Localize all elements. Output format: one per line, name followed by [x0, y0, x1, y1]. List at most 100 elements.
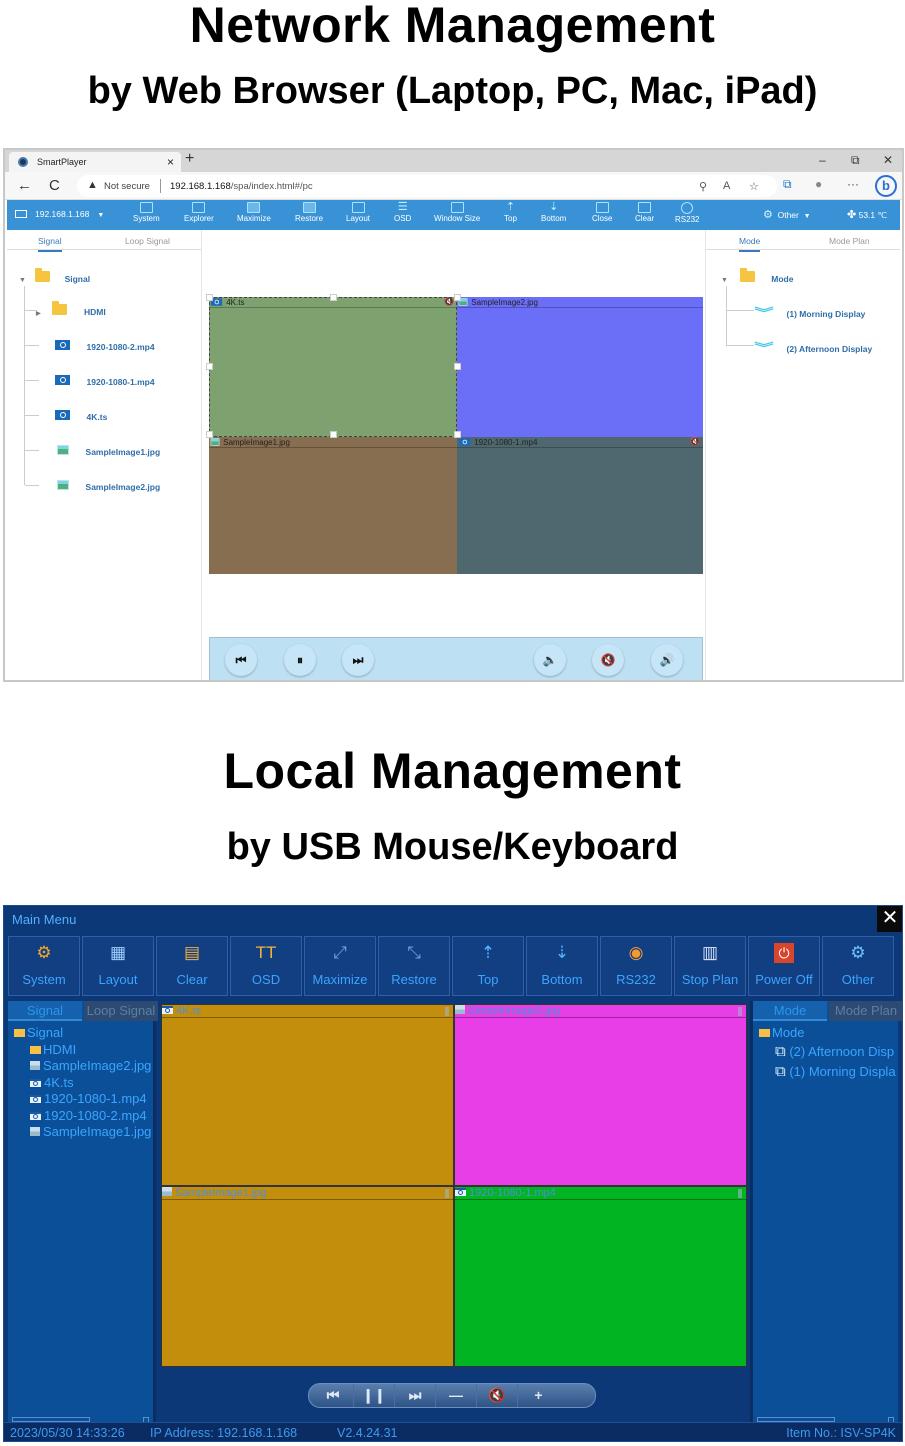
next-button[interactable]: ⏭: [395, 1384, 436, 1407]
next-button[interactable]: ⏭: [342, 644, 374, 676]
menu-clear-button[interactable]: ▤ Clear: [156, 936, 228, 996]
window-handle[interactable]: [445, 1189, 449, 1198]
back-icon[interactable]: ←: [17, 177, 32, 194]
tree-node-video[interactable]: 1920-1080-2.mp4: [55, 340, 155, 352]
close-button[interactable]: ✕: [877, 906, 902, 932]
tab-loop-signal[interactable]: Loop Signal: [84, 1001, 158, 1021]
tree-node-video[interactable]: 4K.ts: [14, 1075, 151, 1092]
menu-osd-button[interactable]: TT OSD: [230, 936, 302, 996]
resize-handle[interactable]: [454, 294, 461, 301]
tree-node-signal[interactable]: Signal: [14, 1025, 151, 1042]
toolbar-rs232-button[interactable]: RS232: [675, 202, 699, 224]
resize-handle[interactable]: [206, 294, 213, 301]
display-window[interactable]: 1920-1080-1.mp4: [454, 1186, 747, 1367]
window-handle[interactable]: [738, 1007, 742, 1016]
toolbar-bottom-button[interactable]: ⇣ Bottom: [541, 202, 566, 224]
mute-icon[interactable]: 🔇: [690, 437, 700, 446]
reload-icon[interactable]: C: [49, 177, 60, 194]
display-window[interactable]: SampleImage2.jpg: [454, 1004, 747, 1186]
url-text[interactable]: 192.168.1.168/spa/index.html#/pc: [170, 181, 313, 192]
window-title-bar[interactable]: 1920-1080-1.mp4: [455, 1187, 746, 1200]
window-title-bar[interactable]: 4K.ts: [162, 1005, 453, 1018]
read-aloud-icon[interactable]: A: [723, 180, 730, 192]
tree-node-hdmi[interactable]: HDMI: [14, 1042, 151, 1059]
security-label[interactable]: Not secure: [104, 181, 150, 192]
tab-mode-plan[interactable]: Mode Plan: [829, 1001, 902, 1021]
mode-item[interactable]: ⧉ (1) Morning Displa: [759, 1062, 901, 1082]
pause-button[interactable]: ⏸: [284, 644, 316, 676]
window-handle[interactable]: [738, 1189, 742, 1198]
display-window[interactable]: SampleImage1.jpg: [209, 437, 457, 574]
toolbar-maximize-button[interactable]: Maximize: [237, 202, 271, 223]
tree-node-image[interactable]: SampleImage2.jpg: [14, 1058, 151, 1075]
volume-up-button[interactable]: 🔊: [651, 644, 683, 676]
menu-maximize-button[interactable]: ⤢ Maximize: [304, 936, 376, 996]
display-window[interactable]: SampleImage1.jpg: [161, 1186, 454, 1367]
menu-layout-button[interactable]: ▦ Layout: [82, 936, 154, 996]
tree-node-image[interactable]: SampleImage1.jpg: [14, 1124, 151, 1141]
menu-system-button[interactable]: ⚙ System: [8, 936, 80, 996]
collections-icon[interactable]: ⧉: [783, 177, 792, 192]
mode-item[interactable]: ︾ (2) Afternoon Display: [754, 339, 872, 356]
window-title-bar[interactable]: SampleImage2.jpg: [457, 297, 703, 308]
menu-restore-button[interactable]: ⤡ Restore: [378, 936, 450, 996]
menu-bottom-button[interactable]: ⇣ Bottom: [526, 936, 598, 996]
tree-node-video[interactable]: 1920-1080-2.mp4: [14, 1108, 151, 1125]
tab-close-icon[interactable]: ×: [167, 155, 174, 169]
volume-up-button[interactable]: +: [518, 1384, 559, 1407]
tree-node-hdmi[interactable]: ▶ HDMI: [36, 301, 106, 317]
tree-node-video[interactable]: 1920-1080-1.mp4: [55, 375, 155, 387]
display-window[interactable]: SampleImage2.jpg: [457, 297, 703, 437]
volume-down-button[interactable]: —: [436, 1384, 477, 1407]
resize-handle[interactable]: [330, 294, 337, 301]
tree-node-image[interactable]: SampleImage1.jpg: [57, 445, 160, 457]
window-title-bar[interactable]: SampleImage2.jpg: [455, 1005, 746, 1018]
menu-other-button[interactable]: ⚙ Other: [822, 936, 894, 996]
toolbar-restore-button[interactable]: Restore: [295, 202, 323, 223]
resize-handle[interactable]: [454, 431, 461, 438]
toolbar-explorer-button[interactable]: Explorer: [184, 202, 214, 223]
toolbar-layout-button[interactable]: Layout: [346, 202, 370, 223]
pause-button[interactable]: ❙❙: [354, 1384, 395, 1407]
window-title-bar[interactable]: SampleImage1.jpg: [162, 1187, 453, 1200]
resize-handle[interactable]: [330, 431, 337, 438]
toolbar-system-button[interactable]: System: [133, 202, 160, 223]
window-title-bar[interactable]: SampleImage1.jpg: [209, 437, 457, 448]
browser-tab[interactable]: SmartPlayer ×: [9, 152, 181, 172]
bing-icon[interactable]: b: [875, 175, 897, 197]
previous-button[interactable]: ⏮: [313, 1384, 354, 1407]
resize-handle[interactable]: [454, 363, 461, 370]
mode-item[interactable]: ︾ (1) Morning Display: [754, 304, 865, 321]
restore-window-button[interactable]: ⧉: [851, 153, 860, 168]
tree-node-video[interactable]: 1920-1080-1.mp4: [14, 1091, 151, 1108]
mute-icon[interactable]: 🔇: [444, 297, 454, 306]
mode-item[interactable]: ⧉ (2) Afternoon Disp: [759, 1042, 901, 1062]
toolbar-close-button[interactable]: Close: [592, 202, 612, 223]
tab-mode[interactable]: Mode: [753, 1001, 827, 1021]
tree-node-video[interactable]: 4K.ts: [55, 410, 107, 422]
device-selector[interactable]: 192.168.1.168 ▼: [15, 209, 104, 219]
close-window-button[interactable]: ✕: [883, 153, 893, 167]
tree-node-signal[interactable]: ▼ Signal: [19, 268, 90, 284]
menu-top-button[interactable]: ⇡ Top: [452, 936, 524, 996]
menu-stop-plan-button[interactable]: ▥ Stop Plan: [674, 936, 746, 996]
address-bar[interactable]: ▲ Not secure 192.168.1.168/spa/index.htm…: [77, 175, 777, 197]
tree-node-mode[interactable]: Mode: [759, 1025, 901, 1042]
menu-rs232-button[interactable]: ◉ RS232: [600, 936, 672, 996]
minimize-button[interactable]: –: [819, 153, 826, 167]
more-icon[interactable]: ···: [847, 177, 859, 191]
display-window[interactable]: 1920-1080-1.mp4 🔇: [457, 437, 703, 574]
profile-icon[interactable]: ●: [815, 177, 822, 191]
tree-node-mode[interactable]: ▼ Mode: [721, 268, 793, 284]
previous-button[interactable]: ⏮: [225, 644, 257, 676]
toolbar-osd-button[interactable]: ☰ OSD: [394, 202, 411, 224]
resize-handle[interactable]: [206, 363, 213, 370]
display-window[interactable]: 4K.ts: [161, 1004, 454, 1186]
mute-button[interactable]: 🔇: [592, 644, 624, 676]
window-handle[interactable]: [445, 1007, 449, 1016]
window-title-bar[interactable]: 1920-1080-1.mp4 🔇: [457, 437, 703, 448]
tree-node-image[interactable]: SampleImage2.jpg: [57, 480, 160, 492]
resize-handle[interactable]: [206, 431, 213, 438]
display-window[interactable]: 4K.ts 🔇: [209, 297, 457, 437]
key-icon[interactable]: ⚲: [699, 180, 707, 193]
